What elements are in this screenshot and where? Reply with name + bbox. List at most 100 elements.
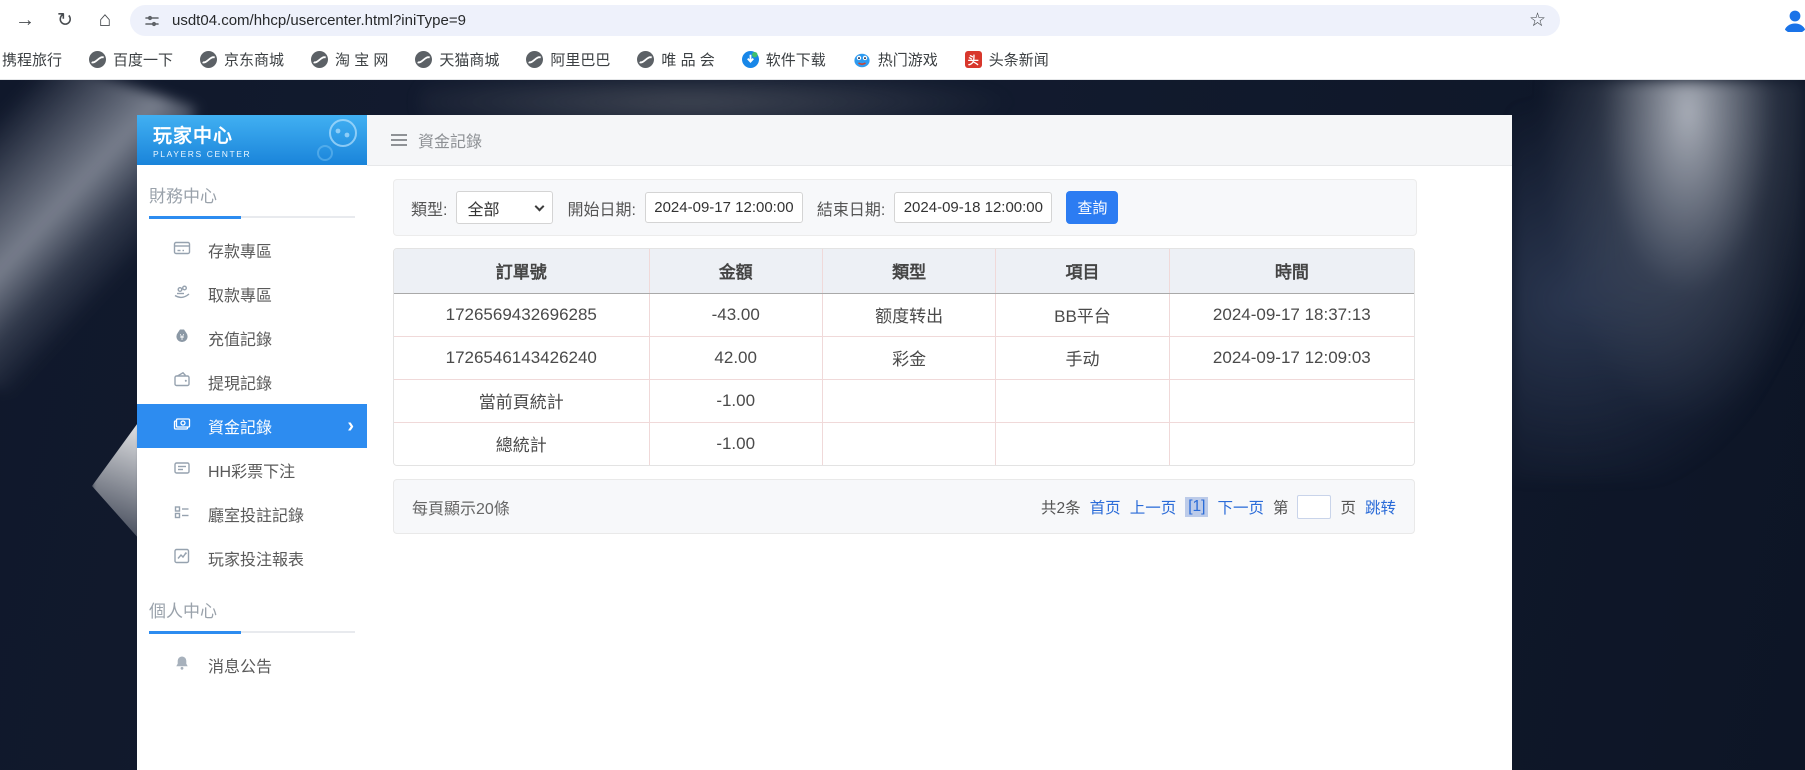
banknotes-icon [173, 415, 191, 438]
start-date-label: 開始日期: [567, 196, 635, 220]
bookmark-label: 阿里巴巴 [550, 49, 610, 70]
forward-icon[interactable]: → [8, 0, 42, 40]
sidebar-item-player-bet-report[interactable]: 玩家投注報表 [137, 536, 367, 580]
content-header: 資金記錄 [367, 115, 1512, 166]
reload-icon[interactable]: ↻ [48, 0, 82, 40]
page-title: 資金記錄 [418, 128, 482, 152]
browser-toolbar: → ↻ ⌂ usdt04.com/hhcp/usercenter.html?in… [0, 0, 1805, 40]
first-page-link[interactable]: 首页 [1090, 496, 1121, 518]
globe-icon [526, 51, 543, 68]
ticket-list-icon [173, 459, 191, 482]
site-settings-icon[interactable] [144, 13, 160, 29]
bookmark-label: 天猫商城 [439, 49, 499, 70]
total-count-text: 共2条 [1041, 496, 1081, 518]
sidebar: 玩家中心 PLAYERS CENTER 財務中心 存款專區 取款專區 ¥ 充值記… [137, 115, 367, 770]
cell-empty [1169, 422, 1414, 465]
pagination-controls: 共2条 首页 上一页 [1] 下一页 第 页 跳转 [1041, 495, 1396, 519]
cell-empty [996, 379, 1169, 422]
address-bar[interactable]: usdt04.com/hhcp/usercenter.html?iniType=… [130, 5, 1560, 36]
page-jump-input[interactable] [1297, 495, 1331, 519]
download-icon [742, 51, 759, 68]
col-time: 時間 [1169, 249, 1414, 293]
pagination-bar: 每頁顯示20條 共2条 首页 上一页 [1] 下一页 第 页 跳转 [393, 479, 1415, 534]
cell-type: 额度转出 [822, 293, 995, 336]
sidebar-item-label: 消息公告 [208, 653, 272, 677]
money-bag-icon: ¥ [173, 327, 191, 350]
cell-label: 總統計 [394, 422, 649, 465]
bookmark-taobao[interactable]: 淘 宝 网 [311, 49, 388, 70]
sidebar-item-hall-bet-record[interactable]: 廳室投註記錄 [137, 492, 367, 536]
content-body: 類型: 全部 開始日期: 結束日期: 查詢 訂單號 金額 類型 項目 時間 [367, 166, 1512, 770]
funds-table: 訂單號 金額 類型 項目 時間 1726569432696285 -43.00 … [393, 248, 1415, 466]
bookmark-tmall[interactable]: 天猫商城 [415, 49, 499, 70]
bookmark-star-icon[interactable]: ☆ [1529, 9, 1546, 32]
bookmark-label: 京东商城 [224, 49, 284, 70]
sidebar-item-label: 玩家投注報表 [208, 546, 304, 570]
end-date-label: 結束日期: [817, 196, 885, 220]
bookmark-vip[interactable]: 唯 品 会 [637, 49, 714, 70]
cell-amount: 42.00 [649, 336, 822, 379]
bookmark-ctrip[interactable]: 携程旅行 [2, 49, 62, 70]
wallet-icon [173, 371, 191, 394]
sidebar-item-announcements[interactable]: 消息公告 [137, 643, 367, 687]
bookmark-baidu[interactable]: 百度一下 [89, 49, 173, 70]
globe-icon [637, 51, 654, 68]
search-button[interactable]: 查詢 [1066, 191, 1118, 224]
sidebar-item-label: 資金記錄 [208, 414, 272, 438]
col-order-number: 訂單號 [394, 249, 649, 293]
end-date-input[interactable] [894, 192, 1052, 223]
cell-time: 2024-09-17 12:09:03 [1169, 336, 1414, 379]
finance-menu: 存款專區 取款專區 ¥ 充值記錄 提現記錄 資金記錄 › HH彩票下注 廳室投註… [137, 228, 367, 580]
cell-empty [822, 422, 995, 465]
table-row: 1726569432696285 -43.00 额度转出 BB平台 2024-0… [394, 293, 1414, 336]
jump-suffix-text: 页 [1340, 496, 1356, 518]
sidebar-item-deposit[interactable]: 存款專區 [137, 228, 367, 272]
type-select[interactable]: 全部 [456, 191, 553, 224]
home-icon[interactable]: ⌂ [88, 0, 122, 40]
menu-toggle-icon[interactable] [391, 134, 407, 146]
sidebar-item-funds-record[interactable]: 資金記錄 › [137, 404, 367, 448]
bookmarks-bar: 携程旅行 百度一下 京东商城 淘 宝 网 天猫商城 阿里巴巴 唯 品 会 软件下… [0, 40, 1805, 80]
table-row: 1726546143426240 42.00 彩金 手动 2024-09-17 … [394, 336, 1414, 379]
bookmark-jd[interactable]: 京东商城 [200, 49, 284, 70]
sidebar-item-label: HH彩票下注 [208, 458, 295, 482]
sidebar-item-withdrawal-record[interactable]: 提現記錄 [137, 360, 367, 404]
sidebar-item-recharge-record[interactable]: ¥ 充值記錄 [137, 316, 367, 360]
globe-icon [200, 51, 217, 68]
sidebar-item-hh-lottery-bets[interactable]: HH彩票下注 [137, 448, 367, 492]
bookmark-software-download[interactable]: 软件下载 [742, 49, 826, 70]
start-date-input[interactable] [645, 192, 803, 223]
cell-empty [822, 379, 995, 422]
bookmark-hot-games[interactable]: 热门游戏 [853, 49, 938, 70]
type-select-value: 全部 [467, 196, 499, 220]
table-row-grand-total: 總統計 -1.00 [394, 422, 1414, 465]
sidebar-item-label: 廳室投註記錄 [208, 502, 304, 526]
sidebar-header: 玩家中心 PLAYERS CENTER [137, 115, 367, 165]
deposit-card-icon [173, 239, 191, 262]
finance-section-title: 財務中心 [137, 165, 367, 216]
jump-button[interactable]: 跳转 [1365, 496, 1396, 518]
bookmark-toutiao[interactable]: 头 头条新闻 [965, 49, 1049, 70]
hand-coins-icon [173, 283, 191, 306]
gamepad-icon [313, 119, 359, 165]
sidebar-item-label: 充值記錄 [208, 326, 272, 350]
bookmark-label: 淘 宝 网 [335, 49, 388, 70]
prev-page-link[interactable]: 上一页 [1130, 496, 1177, 518]
section-divider [149, 216, 355, 218]
sidebar-item-withdraw[interactable]: 取款專區 [137, 272, 367, 316]
cell-item: BB平台 [996, 293, 1169, 336]
cell-empty [996, 422, 1169, 465]
table-row-page-total: 當前頁統計 -1.00 [394, 379, 1414, 422]
col-amount: 金額 [649, 249, 822, 293]
cell-item: 手动 [996, 336, 1169, 379]
toutiao-icon: 头 [965, 51, 982, 68]
profile-avatar[interactable] [1781, 6, 1805, 34]
current-page-indicator: [1] [1185, 497, 1208, 517]
next-page-link[interactable]: 下一页 [1217, 496, 1264, 518]
game-mascot-icon [853, 51, 871, 68]
personal-menu: 消息公告 [137, 643, 367, 687]
table-header-row: 訂單號 金額 類型 項目 時間 [394, 249, 1414, 293]
bookmark-alibaba[interactable]: 阿里巴巴 [526, 49, 610, 70]
bookmark-label: 热门游戏 [878, 49, 938, 70]
cell-label: 當前頁統計 [394, 379, 649, 422]
